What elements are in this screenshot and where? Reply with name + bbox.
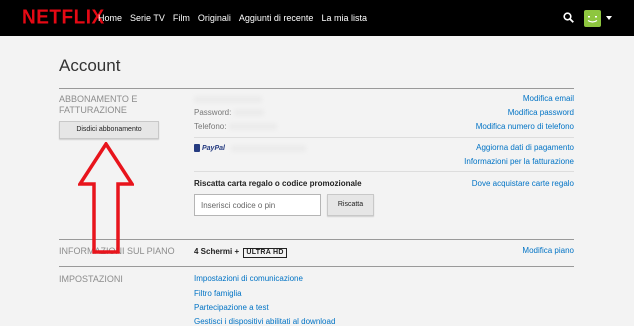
- where-to-buy-gift-cards-link[interactable]: Dove acquistare carte regalo: [472, 179, 574, 188]
- section-divider: [59, 266, 574, 267]
- email-value-redacted: [194, 96, 262, 104]
- phone-value-redacted: [228, 123, 277, 131]
- cancel-membership-button[interactable]: Disdici abbonamento: [59, 121, 159, 139]
- profile-dropdown-caret-icon[interactable]: [606, 16, 612, 20]
- page-title: Account: [59, 56, 121, 75]
- password-label: Password:: [194, 108, 232, 117]
- top-navigation-bar: NETFLIX Home Serie TV Film Originali Agg…: [0, 0, 634, 36]
- smiley-icon: [587, 16, 598, 23]
- password-row: Password:: [194, 108, 264, 117]
- gift-card-title: Riscatta carta regalo o codice promozion…: [194, 179, 362, 188]
- change-email-link[interactable]: Modifica email: [523, 94, 574, 103]
- billing-details-link[interactable]: Informazioni per la fatturazione: [464, 157, 574, 166]
- plan-description: 4 Schermi + ULTRA HD: [194, 247, 287, 258]
- nav-home[interactable]: Home: [98, 13, 122, 23]
- billing-subdivider: [194, 137, 574, 138]
- phone-label: Telefono:: [194, 122, 227, 131]
- nav-films[interactable]: Film: [173, 13, 190, 23]
- phone-row: Telefono:: [194, 122, 277, 131]
- nav-series[interactable]: Serie TV: [130, 13, 165, 23]
- billing-section-label: ABBONAMENTO E FATTURAZIONE: [59, 94, 138, 115]
- password-value-redacted: [233, 109, 264, 117]
- red-up-arrow-annotation-icon: [78, 142, 134, 254]
- redeem-button[interactable]: Riscatta: [327, 194, 374, 216]
- plan-screens: 4 Schermi +: [194, 247, 240, 256]
- change-phone-link[interactable]: Modifica numero di telefono: [476, 122, 574, 131]
- profile-avatar[interactable]: [584, 10, 601, 27]
- paypal-icon: [194, 144, 200, 152]
- settings-section-label: IMPOSTAZIONI: [59, 274, 123, 284]
- billing-subdivider-2: [194, 171, 574, 172]
- section-divider: [59, 88, 574, 89]
- gift-code-input[interactable]: [194, 194, 321, 216]
- communication-settings-link[interactable]: Impostazioni di comunicazione: [194, 274, 303, 283]
- change-plan-link[interactable]: Modifica piano: [522, 246, 574, 255]
- nav-recently-added[interactable]: Aggiunti di recente: [239, 13, 314, 23]
- manage-download-devices-link[interactable]: Gestisci i dispositivi abilitati al down…: [194, 317, 335, 326]
- paypal-account-redacted: [230, 144, 306, 152]
- paypal-row: PayPal: [194, 144, 306, 152]
- nav-my-list[interactable]: La mia lista: [321, 13, 367, 23]
- search-icon[interactable]: [563, 12, 574, 23]
- nav-originals[interactable]: Originali: [198, 13, 231, 23]
- netflix-logo[interactable]: NETFLIX: [22, 6, 105, 29]
- main-nav: Home Serie TV Film Originali Aggiunti di…: [98, 13, 367, 23]
- paypal-label: PayPal: [202, 144, 225, 152]
- test-participation-link[interactable]: Partecipazione a test: [194, 303, 269, 312]
- change-password-link[interactable]: Modifica password: [508, 108, 574, 117]
- section-divider: [59, 239, 574, 240]
- ultra-hd-badge: ULTRA HD: [243, 248, 287, 258]
- parental-controls-link[interactable]: Filtro famiglia: [194, 289, 242, 298]
- update-payment-link[interactable]: Aggiorna dati di pagamento: [476, 143, 574, 152]
- email-row: [194, 95, 262, 104]
